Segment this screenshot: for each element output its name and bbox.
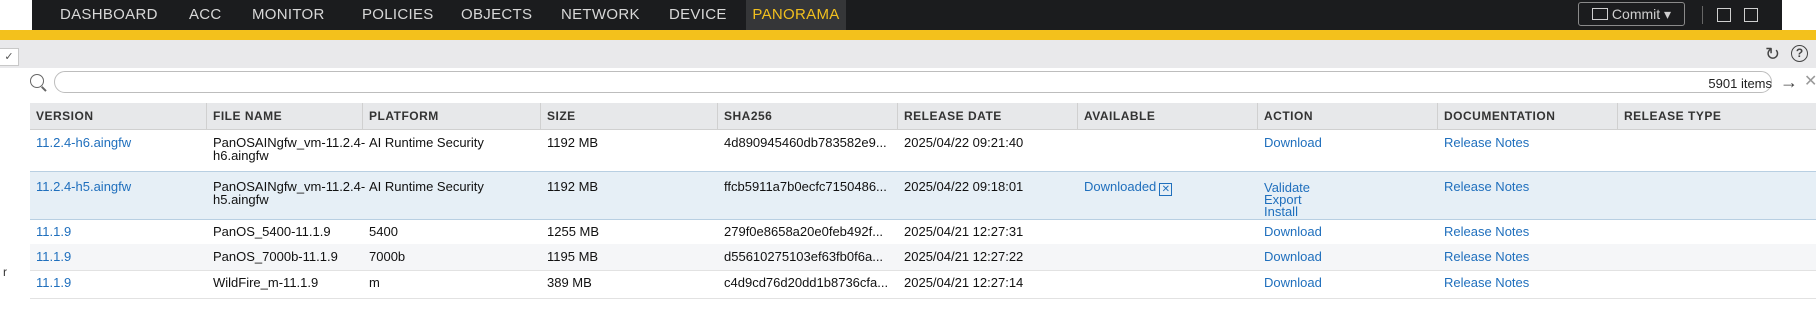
release-date: 2025/04/21 12:27:31 xyxy=(904,224,1024,239)
download-link[interactable]: Download xyxy=(1258,225,1322,238)
left-edge-text: r xyxy=(3,265,7,279)
size: 1192 MB xyxy=(547,135,599,150)
version-link[interactable]: 11.2.4-h6.aingfw xyxy=(30,136,131,149)
platform: m xyxy=(369,275,380,290)
col-sha256[interactable]: SHA256 xyxy=(718,103,898,129)
size: 1195 MB xyxy=(547,249,599,264)
version-link[interactable]: 11.1.9 xyxy=(30,276,71,289)
commit-icon xyxy=(1591,8,1608,20)
platform: AI Runtime Security xyxy=(369,135,484,150)
col-release-date[interactable]: RELEASE DATE xyxy=(898,103,1078,129)
tab-panorama[interactable]: PANORAMA xyxy=(746,0,846,30)
col-action[interactable]: ACTION xyxy=(1258,103,1438,129)
release-notes-link[interactable]: Release Notes xyxy=(1438,276,1529,289)
tab-monitor[interactable]: MONITOR xyxy=(252,0,325,30)
download-link[interactable]: Download xyxy=(1258,136,1322,149)
item-count: 5901 items xyxy=(1708,76,1772,91)
toolbar xyxy=(0,40,1816,68)
commit-button[interactable]: Commit ▾ xyxy=(1578,2,1685,26)
arrow-right-icon[interactable]: → xyxy=(1780,72,1798,92)
sha256: d55610275103ef63fb0f6a... xyxy=(724,249,884,264)
file-name-line2: h6.aingfw xyxy=(213,148,269,163)
version-link[interactable]: 11.1.9 xyxy=(30,225,71,238)
col-size[interactable]: SIZE xyxy=(541,103,718,129)
table-row[interactable]: 11.2.4-h6.aingfw PanOSAINgfw_vm-11.2.4- … xyxy=(30,130,1816,172)
table-header: VERSION FILE NAME PLATFORM SIZE SHA256 R… xyxy=(30,103,1816,130)
table-row[interactable]: 11.1.9 PanOS_5400-11.1.9 5400 1255 MB 27… xyxy=(30,219,1816,245)
tab-dashboard[interactable]: DASHBOARD xyxy=(60,0,158,30)
download-link[interactable]: Download xyxy=(1258,250,1322,263)
save-config-icon[interactable] xyxy=(1717,8,1731,22)
main-nav: DASHBOARD ACC MONITOR POLICIES OBJECTS N… xyxy=(32,0,1782,30)
chevron-down-icon: ▾ xyxy=(1664,6,1672,22)
platform: AI Runtime Security xyxy=(369,179,484,194)
table-row-selected[interactable]: 11.2.4-h5.aingfw PanOSAINgfw_vm-11.2.4- … xyxy=(30,171,1816,220)
col-version[interactable]: VERSION xyxy=(30,103,207,129)
download-link[interactable]: Download xyxy=(1258,276,1322,289)
release-notes-link[interactable]: Release Notes xyxy=(1438,136,1529,149)
release-notes-link[interactable]: Release Notes xyxy=(1438,180,1529,193)
search-icon xyxy=(30,74,44,88)
install-link[interactable]: Install xyxy=(1258,205,1298,218)
col-platform[interactable]: PLATFORM xyxy=(363,103,541,129)
tab-policies[interactable]: POLICIES xyxy=(362,0,434,30)
help-icon[interactable]: ? xyxy=(1791,45,1808,62)
tab-acc[interactable]: ACC xyxy=(189,0,222,30)
refresh-icon[interactable]: ↻ xyxy=(1765,44,1780,64)
col-available[interactable]: AVAILABLE xyxy=(1078,103,1258,129)
file-name: WildFire_m-11.1.9 xyxy=(213,275,319,290)
nav-divider xyxy=(1702,6,1703,24)
release-date: 2025/04/21 12:27:14 xyxy=(904,275,1024,290)
release-date: 2025/04/22 09:18:01 xyxy=(904,179,1024,194)
tab-device[interactable]: DEVICE xyxy=(669,0,727,30)
file-name-line2: h5.aingfw xyxy=(213,192,269,207)
release-date: 2025/04/21 12:27:22 xyxy=(904,249,1024,264)
sha256: c4d9cd76d20dd1b8736cfa... xyxy=(724,275,889,290)
size: 1255 MB xyxy=(547,224,600,239)
release-notes-link[interactable]: Release Notes xyxy=(1438,250,1529,263)
file-name: PanOS_5400-11.1.9 xyxy=(213,224,331,239)
table-row[interactable]: 11.1.9 WildFire_m-11.1.9 m 389 MB c4d9cd… xyxy=(30,270,1816,299)
tab-network[interactable]: NETWORK xyxy=(561,0,640,30)
clear-icon[interactable]: ✕ xyxy=(1804,72,1816,92)
release-date: 2025/04/22 09:21:40 xyxy=(904,135,1024,150)
version-link[interactable]: 11.2.4-h5.aingfw xyxy=(30,180,131,193)
col-file-name[interactable]: FILE NAME xyxy=(207,103,363,129)
search-input[interactable] xyxy=(54,71,1772,93)
sha256: ffcb5911a7b0ecfc7150486... xyxy=(724,179,887,194)
platform: 7000b xyxy=(369,249,406,264)
delete-icon[interactable]: ✕ xyxy=(1159,183,1173,196)
available-label: Downloaded xyxy=(1084,179,1157,194)
accent-stripe xyxy=(0,30,1816,40)
platform: 5400 xyxy=(369,224,398,239)
table-row[interactable]: 11.1.9 PanOS_7000b-11.1.9 7000b 1195 MB … xyxy=(30,244,1816,271)
config-menu-icon[interactable] xyxy=(1744,8,1758,22)
top-bar: DASHBOARD ACC MONITOR POLICIES OBJECTS N… xyxy=(0,0,1816,30)
file-name: PanOS_7000b-11.1.9 xyxy=(213,249,338,264)
sha256: 279f0e8658a20e0feb492f... xyxy=(724,224,884,239)
release-notes-link[interactable]: Release Notes xyxy=(1438,225,1529,238)
col-release-type[interactable]: RELEASE TYPE xyxy=(1618,103,1816,129)
check-icon[interactable]: ✓ xyxy=(0,48,19,66)
col-documentation[interactable]: DOCUMENTATION xyxy=(1438,103,1618,129)
sha256: 4d890945460db783582e9... xyxy=(724,135,887,150)
size: 1192 MB xyxy=(547,179,599,194)
size: 389 MB xyxy=(547,275,592,290)
available-downloaded: Downloaded ✕ xyxy=(1078,179,1173,196)
commit-label: Commit xyxy=(1611,6,1661,22)
version-link[interactable]: 11.1.9 xyxy=(30,250,71,263)
tab-objects[interactable]: OBJECTS xyxy=(461,0,532,30)
